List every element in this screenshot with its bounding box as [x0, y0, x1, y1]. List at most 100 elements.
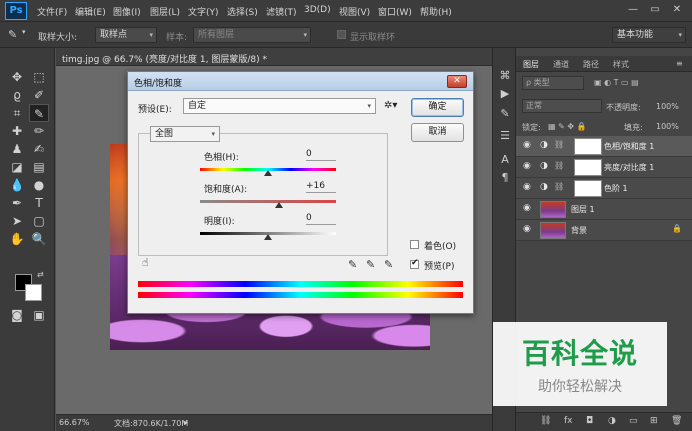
menu-image[interactable]: 图像(I)	[113, 5, 141, 18]
new-group-icon[interactable]: ▭	[629, 416, 638, 426]
chevron-down-icon[interactable]: ▾	[22, 28, 26, 36]
lock-icons[interactable]: ▦ ✎ ✥ 🔒	[548, 122, 587, 131]
trash-icon[interactable]: 🗑	[671, 416, 682, 426]
show-ring-checkbox[interactable]	[337, 30, 346, 39]
brush-panel-icon[interactable]: ✎	[497, 106, 513, 122]
menu-type[interactable]: 文字(Y)	[188, 5, 219, 18]
colorize-checkbox[interactable]	[410, 240, 419, 249]
brush-tool-icon[interactable]: ✏	[29, 122, 49, 140]
opacity-value[interactable]: 100%	[656, 102, 679, 111]
hue-value[interactable]: 0	[306, 149, 336, 161]
blur-tool-icon[interactable]: 💧	[7, 176, 27, 194]
chain-link-icon[interactable]: ⛓	[554, 140, 564, 149]
type-tool-icon[interactable]: T	[29, 194, 49, 212]
layer-row-levels[interactable]: ◉ ◑ ⛓ 色阶 1	[516, 178, 692, 199]
gradient-tool-icon[interactable]: ▤	[29, 158, 49, 176]
crop-tool-icon[interactable]: ⌗	[7, 104, 27, 122]
menu-filter[interactable]: 滤镜(T)	[266, 5, 297, 18]
preset-select[interactable]: 自定 ▾	[183, 98, 376, 114]
new-layer-icon[interactable]: ⊞	[650, 416, 658, 426]
fx-icon[interactable]: fx	[564, 416, 573, 426]
properties-panel-icon[interactable]: ☰	[497, 128, 513, 144]
tab-layers[interactable]: 图层	[523, 59, 539, 70]
menu-file[interactable]: 文件(F)	[37, 5, 67, 18]
eraser-tool-icon[interactable]: ◪	[7, 158, 27, 176]
saturation-value[interactable]: +16	[306, 181, 336, 193]
hand-tool-icon[interactable]: ✋	[7, 230, 27, 248]
saturation-slider-track[interactable]	[200, 200, 336, 203]
sample-size-select[interactable]: 取样点 ▾	[95, 27, 157, 43]
blend-mode-select[interactable]: 正常	[522, 99, 602, 113]
link-layers-icon[interactable]: ⛓	[540, 416, 551, 426]
tab-styles[interactable]: 样式	[613, 59, 629, 70]
menu-view[interactable]: 视图(V)	[339, 5, 370, 18]
status-menu-icon[interactable]: ▸	[184, 418, 188, 427]
character-panel-icon[interactable]: A	[497, 152, 513, 168]
menu-edit[interactable]: 编辑(E)	[75, 5, 106, 18]
layer-row-hue-saturation[interactable]: ◉ ◑ ⛓ 色相/饱和度 1	[516, 136, 692, 157]
history-panel-icon[interactable]: ⌘	[497, 68, 513, 84]
quick-select-tool-icon[interactable]: ✐	[29, 86, 49, 104]
lightness-slider-thumb[interactable]	[264, 234, 272, 240]
path-select-tool-icon[interactable]: ➤	[7, 212, 27, 230]
dialog-title-bar[interactable]: 色相/饱和度 ✕	[128, 72, 473, 91]
history-brush-icon[interactable]: ✍	[29, 140, 49, 158]
ok-button[interactable]: 确定	[411, 98, 464, 117]
layer-mask-thumbnail[interactable]	[574, 159, 602, 176]
actions-panel-icon[interactable]: ▶	[497, 86, 513, 102]
eyedropper-minus-icon[interactable]: ✎	[384, 258, 393, 271]
layer-mask-thumbnail[interactable]	[574, 180, 602, 197]
menu-3d[interactable]: 3D(D)	[304, 5, 331, 15]
dodge-tool-icon[interactable]: ●	[29, 176, 49, 194]
move-tool-icon[interactable]: ✥	[7, 68, 27, 86]
swap-colors-icon[interactable]: ⇄	[37, 270, 44, 279]
close-window-button[interactable]: ✕	[666, 2, 688, 18]
screen-mode-icon[interactable]: ▣	[29, 306, 49, 324]
fill-value[interactable]: 100%	[656, 122, 679, 131]
layer-mask-thumbnail[interactable]	[574, 138, 602, 155]
pen-tool-icon[interactable]: ✒	[7, 194, 27, 212]
cancel-button[interactable]: 取消	[411, 123, 464, 142]
zoom-level[interactable]: 66.67%	[59, 418, 90, 427]
stamp-tool-icon[interactable]: ♟	[7, 140, 27, 158]
menu-layer[interactable]: 图层(L)	[150, 5, 180, 18]
menu-help[interactable]: 帮助(H)	[420, 5, 452, 18]
visibility-eye-icon[interactable]: ◉	[523, 161, 531, 171]
saturation-slider-thumb[interactable]	[274, 202, 283, 208]
chain-link-icon[interactable]: ⛓	[554, 182, 564, 191]
minimize-button[interactable]: —	[622, 2, 644, 18]
tab-channels[interactable]: 通道	[553, 59, 569, 70]
visibility-eye-icon[interactable]: ◉	[523, 203, 531, 213]
eyedropper-icon[interactable]: ✎	[348, 258, 357, 271]
lightness-value[interactable]: 0	[306, 213, 336, 225]
layer-row-brightness-contrast[interactable]: ◉ ◑ ⛓ 亮度/对比度 1	[516, 157, 692, 178]
close-icon[interactable]: ✕	[447, 75, 467, 88]
layer-row-layer1[interactable]: ◉ 图层 1	[516, 199, 692, 220]
lasso-tool-icon[interactable]: ϱ	[7, 86, 27, 104]
new-adjustment-icon[interactable]: ◑	[608, 416, 616, 426]
gear-icon[interactable]: ✲▾	[384, 100, 397, 111]
zoom-tool-icon[interactable]: 🔍	[29, 230, 49, 248]
panel-menu-icon[interactable]: ≡	[676, 59, 683, 68]
visibility-eye-icon[interactable]: ◉	[523, 224, 531, 234]
visibility-eye-icon[interactable]: ◉	[523, 140, 531, 150]
sample-select[interactable]: 所有图层 ▾	[193, 27, 311, 43]
marquee-tool-icon[interactable]: ⬚	[29, 68, 49, 86]
shape-tool-icon[interactable]: ▢	[29, 212, 49, 230]
chain-link-icon[interactable]: ⛓	[554, 161, 564, 170]
layer-row-background[interactable]: ◉ 背景 🔒	[516, 220, 692, 241]
range-select[interactable]: 全图 ▾	[150, 126, 220, 142]
layer-filter-select[interactable]: ρ 类型	[522, 76, 584, 90]
paragraph-panel-icon[interactable]: ¶	[497, 170, 513, 186]
add-mask-icon[interactable]: ◘	[586, 416, 593, 426]
eyedropper-icon[interactable]: ✎	[8, 28, 17, 41]
document-tab[interactable]: timg.jpg @ 66.7% (亮度/对比度 1, 图层蒙版/8) *	[56, 48, 492, 66]
background-color-swatch[interactable]	[25, 284, 42, 301]
quick-mask-icon[interactable]: ◙	[7, 306, 27, 324]
workspace-select[interactable]: 基本功能 ▾	[612, 27, 686, 43]
filter-icons[interactable]: ▣ ◐ T ▭ ▤	[594, 78, 639, 87]
hand-adjust-icon[interactable]: ☝	[142, 256, 149, 269]
eyedropper-tool-icon[interactable]: ✎	[29, 104, 49, 122]
visibility-eye-icon[interactable]: ◉	[523, 182, 531, 192]
healing-tool-icon[interactable]: ✚	[7, 122, 27, 140]
